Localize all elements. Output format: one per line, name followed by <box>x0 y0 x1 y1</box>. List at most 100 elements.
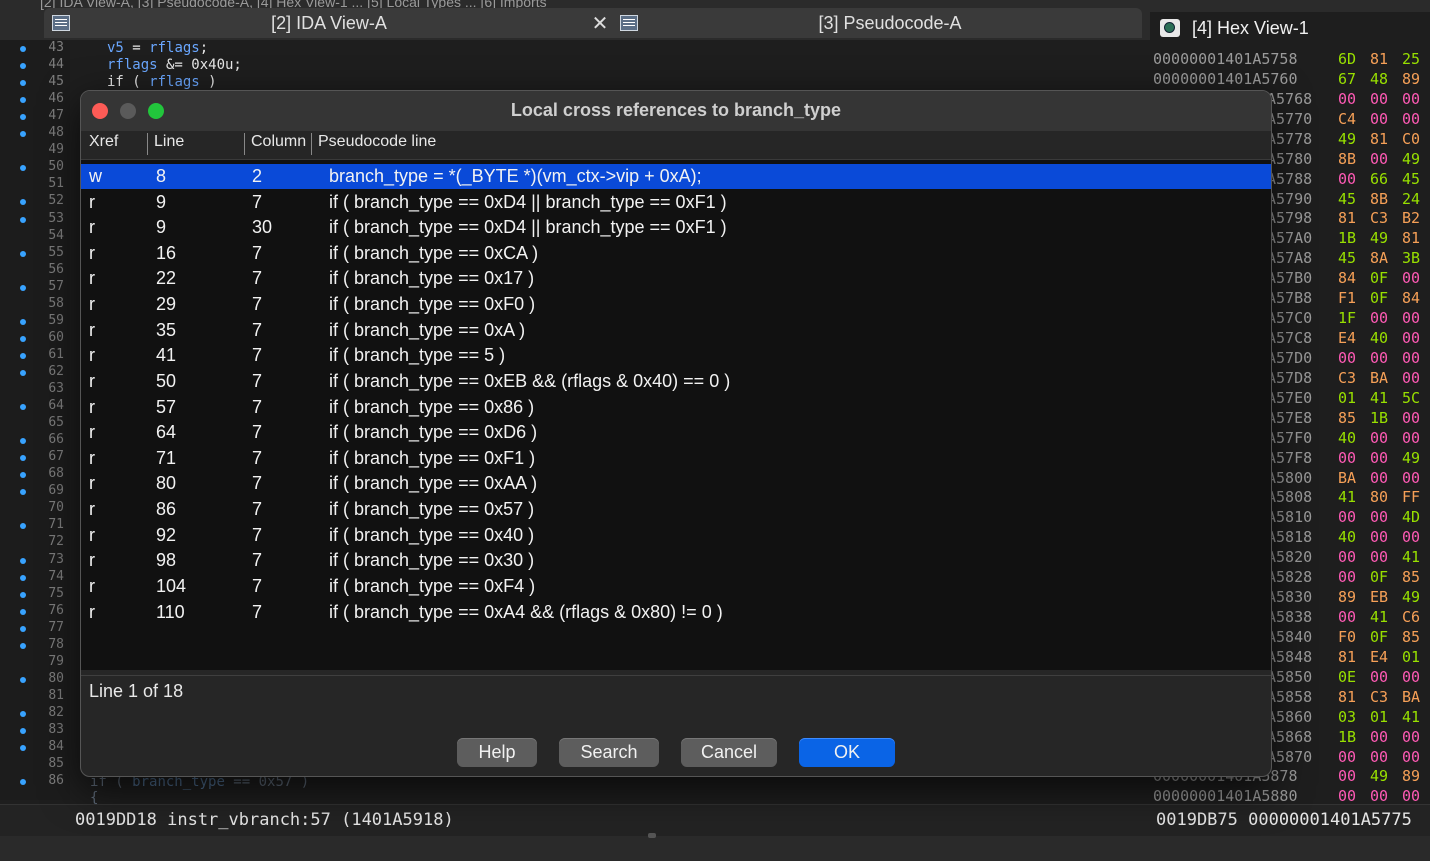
hex-byte[interactable]: 49 <box>1402 588 1426 606</box>
hex-byte[interactable]: 01 <box>1370 708 1394 726</box>
hex-byte[interactable]: 49 <box>1402 449 1426 467</box>
hex-byte[interactable]: F1 <box>1338 289 1362 307</box>
table-row[interactable]: r 16 7 if ( branch_type == 0xCA ) <box>81 241 1271 266</box>
hex-byte[interactable]: 00 <box>1370 728 1394 746</box>
table-row[interactable]: r 29 7 if ( branch_type == 0xF0 ) <box>81 292 1271 317</box>
breakpoint-dot-icon[interactable] <box>20 608 26 615</box>
hex-byte[interactable]: 0F <box>1370 269 1394 287</box>
hex-byte[interactable]: 00 <box>1370 787 1394 805</box>
close-tab-icon[interactable]: ✕ <box>588 11 612 36</box>
hex-byte[interactable]: 8B <box>1338 150 1362 168</box>
breakpoint-dot-icon[interactable] <box>20 250 26 257</box>
hex-byte[interactable]: 81 <box>1402 229 1426 247</box>
breakpoint-dot-icon[interactable] <box>20 557 26 564</box>
table-row[interactable]: w 8 2 branch_type = *(_BYTE *)(vm_ctx->vip … <box>81 164 1271 189</box>
table-row[interactable]: r 35 7 if ( branch_type == 0xA ) <box>81 318 1271 343</box>
hex-byte[interactable]: 81 <box>1338 209 1362 227</box>
breakpoint-dot-icon[interactable] <box>20 625 26 632</box>
hex-byte[interactable]: C3 <box>1370 688 1394 706</box>
breakpoint-dot-icon[interactable] <box>20 438 26 445</box>
table-row[interactable]: r 9 30 if ( branch_type == 0xD4 || branch_t… <box>81 215 1271 240</box>
breakpoint-dot-icon[interactable] <box>20 489 26 496</box>
hex-byte[interactable]: 00 <box>1402 728 1426 746</box>
hex-byte[interactable]: 49 <box>1370 767 1394 785</box>
hex-byte[interactable]: E4 <box>1370 648 1394 666</box>
hex-byte[interactable]: 00 <box>1402 748 1426 766</box>
hex-byte[interactable]: 01 <box>1402 648 1426 666</box>
table-row[interactable]: r 86 7 if ( branch_type == 0x57 ) <box>81 497 1271 522</box>
tab-hex-view[interactable]: [4] Hex View-1 <box>1150 12 1430 44</box>
hex-byte[interactable]: 00 <box>1338 748 1362 766</box>
breakpoint-dot-icon[interactable] <box>20 369 26 376</box>
code-variable[interactable]: rflags <box>149 40 200 56</box>
column-header-line[interactable]: Line <box>154 133 184 151</box>
hex-byte[interactable]: 6D <box>1338 50 1362 68</box>
hex-byte[interactable]: 00 <box>1338 767 1362 785</box>
hex-byte[interactable]: 00 <box>1370 548 1394 566</box>
help-button[interactable]: Help <box>457 738 537 767</box>
hex-byte[interactable]: 00 <box>1402 528 1426 546</box>
hex-byte[interactable]: 1F <box>1338 309 1362 327</box>
hex-byte[interactable]: 41 <box>1402 548 1426 566</box>
column-header-pseudocode[interactable]: Pseudocode line <box>318 133 436 151</box>
hex-byte[interactable]: 3B <box>1402 249 1426 267</box>
breakpoint-dot-icon[interactable] <box>20 642 26 649</box>
hex-byte[interactable]: 00 <box>1338 170 1362 188</box>
hex-byte[interactable]: 0F <box>1370 289 1394 307</box>
hex-byte[interactable]: 00 <box>1338 90 1362 108</box>
breakpoint-dot-icon[interactable] <box>20 745 26 752</box>
hex-byte[interactable]: 66 <box>1370 170 1394 188</box>
hex-byte[interactable]: 1B <box>1338 229 1362 247</box>
breakpoint-dot-icon[interactable] <box>20 335 26 342</box>
hex-byte[interactable]: 85 <box>1402 628 1426 646</box>
hex-byte[interactable]: 48 <box>1370 70 1394 88</box>
code-variable[interactable]: rflags <box>149 74 200 90</box>
hex-byte[interactable]: 0E <box>1338 668 1362 686</box>
hex-byte[interactable]: 80 <box>1370 488 1394 506</box>
hex-byte[interactable]: 45 <box>1402 170 1426 188</box>
table-row[interactable]: r 80 7 if ( branch_type == 0xAA ) <box>81 471 1271 496</box>
hex-byte[interactable]: 49 <box>1338 130 1362 148</box>
hex-byte[interactable]: 00 <box>1402 369 1426 387</box>
hex-byte[interactable]: 00 <box>1370 508 1394 526</box>
hex-byte[interactable]: 01 <box>1338 389 1362 407</box>
table-row[interactable]: r 104 7 if ( branch_type == 0xF4 ) <box>81 574 1271 599</box>
hex-byte[interactable]: BA <box>1338 469 1362 487</box>
hex-byte[interactable]: 41 <box>1370 608 1394 626</box>
hex-byte[interactable]: 45 <box>1338 249 1362 267</box>
hex-byte[interactable]: 00 <box>1402 110 1426 128</box>
hex-byte[interactable]: 1B <box>1338 728 1362 746</box>
hex-byte[interactable]: 00 <box>1370 110 1394 128</box>
breakpoint-dot-icon[interactable] <box>20 404 26 411</box>
hex-byte[interactable]: 8B <box>1370 190 1394 208</box>
hex-byte[interactable]: 00 <box>1370 429 1394 447</box>
hex-byte[interactable]: 00 <box>1402 329 1426 347</box>
hex-byte[interactable]: 00 <box>1370 309 1394 327</box>
ok-button[interactable]: OK <box>799 738 895 767</box>
breakpoint-dot-icon[interactable] <box>20 63 26 70</box>
hex-byte[interactable]: 00 <box>1402 409 1426 427</box>
hex-byte[interactable]: 8A <box>1370 249 1394 267</box>
hex-byte[interactable]: 41 <box>1338 488 1362 506</box>
hex-byte[interactable]: C3 <box>1370 209 1394 227</box>
hex-byte[interactable]: 00 <box>1370 90 1394 108</box>
hex-byte[interactable]: 4D <box>1402 508 1426 526</box>
hex-byte[interactable]: F0 <box>1338 628 1362 646</box>
hex-byte[interactable]: C6 <box>1402 608 1426 626</box>
table-row[interactable]: r 22 7 if ( branch_type == 0x17 ) <box>81 266 1271 291</box>
hex-byte[interactable]: 00 <box>1338 608 1362 626</box>
resize-grip[interactable] <box>648 833 656 838</box>
breakpoint-dot-icon[interactable] <box>20 284 26 291</box>
cancel-button[interactable]: Cancel <box>681 738 777 767</box>
hex-byte[interactable]: 00 <box>1402 269 1426 287</box>
breakpoint-dot-icon[interactable] <box>20 199 26 206</box>
tab-ida-view[interactable]: [2] IDA View-A ✕ <box>44 8 626 38</box>
hex-byte[interactable]: 67 <box>1338 70 1362 88</box>
table-row[interactable]: r 98 7 if ( branch_type == 0x30 ) <box>81 548 1271 573</box>
hex-byte[interactable]: 0F <box>1370 628 1394 646</box>
hex-byte[interactable]: 81 <box>1338 648 1362 666</box>
hex-byte[interactable]: 85 <box>1338 409 1362 427</box>
hex-byte[interactable]: 00 <box>1370 668 1394 686</box>
hex-byte[interactable]: 5C <box>1402 389 1426 407</box>
table-row[interactable]: r 71 7 if ( branch_type == 0xF1 ) <box>81 446 1271 471</box>
